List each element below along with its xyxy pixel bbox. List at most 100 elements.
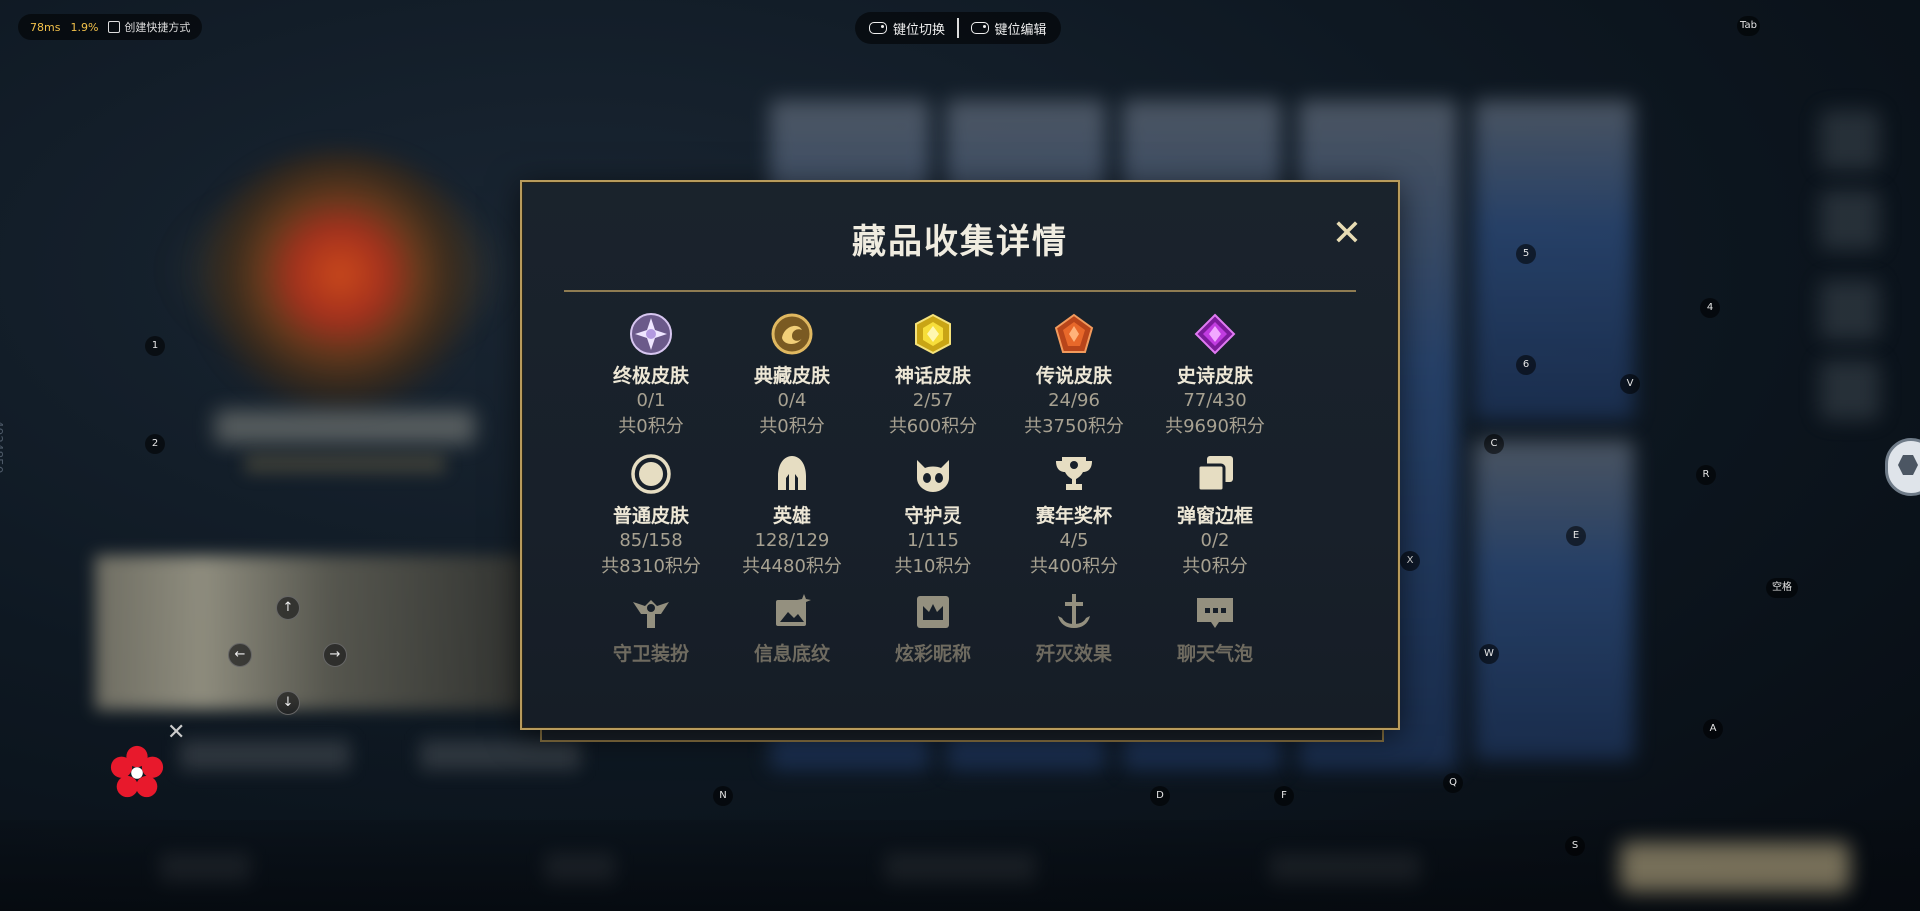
key-hint-f[interactable]: F — [1274, 786, 1294, 806]
key-hint-e[interactable]: E — [1566, 526, 1586, 546]
key-hint-x[interactable]: X — [1400, 551, 1420, 571]
game-screen: 4924850 78ms 1.9% 创建快捷方式 键位切换 键位编辑 Tab 1… — [0, 0, 1920, 911]
bg-banner — [95, 555, 525, 710]
arrow-right-icon[interactable]: → — [323, 643, 347, 667]
item-name: 信息底纹 — [753, 643, 830, 665]
bg-skin-card — [1474, 440, 1634, 760]
key-hint-6[interactable]: 6 — [1516, 355, 1536, 375]
key-edit-button[interactable]: 键位编辑 — [970, 19, 1047, 38]
performance-pill: 78ms 1.9% 创建快捷方式 — [18, 14, 203, 40]
bg-side-icon — [1820, 280, 1880, 340]
item-count: 77/430 — [1183, 390, 1247, 411]
key-hint-space[interactable]: 空格 — [1766, 578, 1798, 598]
item-name: 歼灭效果 — [1035, 643, 1112, 665]
arrow-up-icon[interactable]: ↑ — [276, 596, 300, 620]
item-points: 共400积分 — [1029, 556, 1119, 577]
bg-player-name — [215, 410, 475, 444]
key-hint-n[interactable]: N — [713, 786, 733, 806]
item-name: 守护灵 — [904, 505, 962, 527]
item-name: 神话皮肤 — [894, 365, 971, 387]
item-points: 共3750积分 — [1024, 416, 1124, 437]
item-name: 守卫装扮 — [612, 643, 689, 665]
bg-rank-emblem — [190, 150, 490, 410]
key-edit-label: 键位编辑 — [994, 22, 1047, 38]
bg-vertical-id: 4924850 — [0, 420, 5, 474]
key-hint-5[interactable]: 5 — [1516, 244, 1536, 264]
collection-item[interactable]: 炫彩昵称 — [858, 590, 1008, 666]
item-points: 共9690积分 — [1165, 416, 1265, 437]
key-hint-2[interactable]: 2 — [145, 434, 165, 454]
item-name: 典藏皮肤 — [753, 365, 830, 387]
item-name: 聊天气泡 — [1176, 643, 1253, 665]
item-name: 炫彩昵称 — [894, 643, 971, 665]
create-shortcut-button[interactable]: 创建快捷方式 — [108, 19, 190, 35]
key-hint-s[interactable]: S — [1565, 836, 1585, 856]
info-pattern-icon — [776, 594, 811, 626]
side-panel-handle[interactable] — [1885, 438, 1920, 496]
key-hint-w[interactable]: W — [1479, 644, 1499, 664]
arrow-down-icon[interactable]: ↓ — [276, 691, 300, 715]
modal-close-button[interactable]: ✕ — [1332, 216, 1362, 252]
title-divider — [564, 290, 1356, 292]
mythic-gem-icon — [915, 313, 951, 355]
bg-player-subtitle — [245, 455, 445, 473]
collection-item[interactable]: 传说皮肤 24/96 共3750积分 — [999, 312, 1149, 440]
item-count: 0/1 — [636, 390, 666, 411]
collection-item[interactable]: 英雄 128/129 共4480积分 — [717, 452, 867, 580]
ping-value: 78ms — [30, 20, 61, 34]
collection-item[interactable]: 守卫装扮 — [576, 590, 726, 666]
item-count: 24/96 — [1048, 390, 1100, 411]
key-hint-r[interactable]: R — [1696, 465, 1716, 485]
epic-gem-icon — [1194, 313, 1236, 355]
key-hint-q[interactable]: Q — [1443, 773, 1463, 793]
collection-item[interactable]: 歼灭效果 — [999, 590, 1149, 666]
dragon-coin-icon — [771, 313, 813, 355]
shortcut-icon — [108, 21, 121, 33]
item-points: 共0积分 — [1182, 556, 1248, 577]
key-hint-tab[interactable]: Tab — [1737, 16, 1760, 36]
create-shortcut-label: 创建快捷方式 — [124, 21, 191, 34]
arrow-left-icon[interactable]: ← — [228, 643, 252, 667]
collection-item[interactable]: 弹窗边框 0/2 共0积分 — [1140, 452, 1290, 580]
key-hint-c[interactable]: C — [1484, 434, 1504, 454]
normal-ring-icon — [631, 454, 671, 494]
key-hint-d[interactable]: D — [1150, 786, 1170, 806]
item-points: 共4480积分 — [742, 556, 842, 577]
legend-gem-icon — [1054, 313, 1094, 353]
key-switch-button[interactable]: 键位切换 — [869, 19, 945, 38]
item-name: 赛年奖杯 — [1035, 505, 1112, 527]
bg-side-icon — [1820, 190, 1880, 250]
item-points: 共0积分 — [618, 416, 684, 437]
collection-item[interactable]: 终极皮肤 0/1 共0积分 — [576, 312, 726, 440]
bg-side-icon — [1820, 360, 1880, 420]
flower-icon[interactable] — [108, 744, 166, 802]
key-mapping-bar: 键位切换 键位编辑 — [855, 12, 1061, 44]
bg-tab — [180, 740, 350, 770]
collection-item[interactable]: 赛年奖杯 4/5 共400积分 — [999, 452, 1149, 580]
collection-item[interactable]: 典藏皮肤 0/4 共0积分 — [717, 312, 867, 440]
key-hint-a[interactable]: A — [1703, 719, 1723, 739]
item-count: 2/57 — [912, 390, 954, 411]
collection-item[interactable]: 神话皮肤 2/57 共600积分 — [858, 312, 1008, 440]
divider — [957, 18, 959, 38]
bg-side-icon — [1820, 110, 1880, 170]
bg-skin-card — [1474, 100, 1634, 420]
item-name: 终极皮肤 — [612, 365, 689, 387]
bg-tab — [420, 740, 580, 770]
close-icon[interactable]: ✕ — [167, 722, 185, 744]
collection-item[interactable]: 史诗皮肤 77/430 共9690积分 — [1140, 312, 1290, 440]
item-points: 共10积分 — [894, 556, 972, 577]
key-hint-1[interactable]: 1 — [145, 336, 165, 356]
collection-item[interactable]: 守护灵 1/115 共10积分 — [858, 452, 1008, 580]
ultimate-gem-icon — [630, 313, 672, 355]
collection-item[interactable]: 普通皮肤 85/158 共8310积分 — [576, 452, 726, 580]
collection-item[interactable]: 信息底纹 — [717, 590, 867, 666]
collection-item[interactable]: 聊天气泡 — [1140, 590, 1290, 666]
item-name: 传说皮肤 — [1035, 365, 1112, 387]
gamepad-icon — [970, 22, 989, 34]
key-hint-4[interactable]: 4 — [1700, 298, 1720, 318]
key-switch-label: 键位切换 — [893, 22, 946, 38]
item-count: 128/129 — [754, 530, 830, 551]
key-hint-v[interactable]: V — [1620, 374, 1640, 394]
item-count: 85/158 — [619, 530, 683, 551]
